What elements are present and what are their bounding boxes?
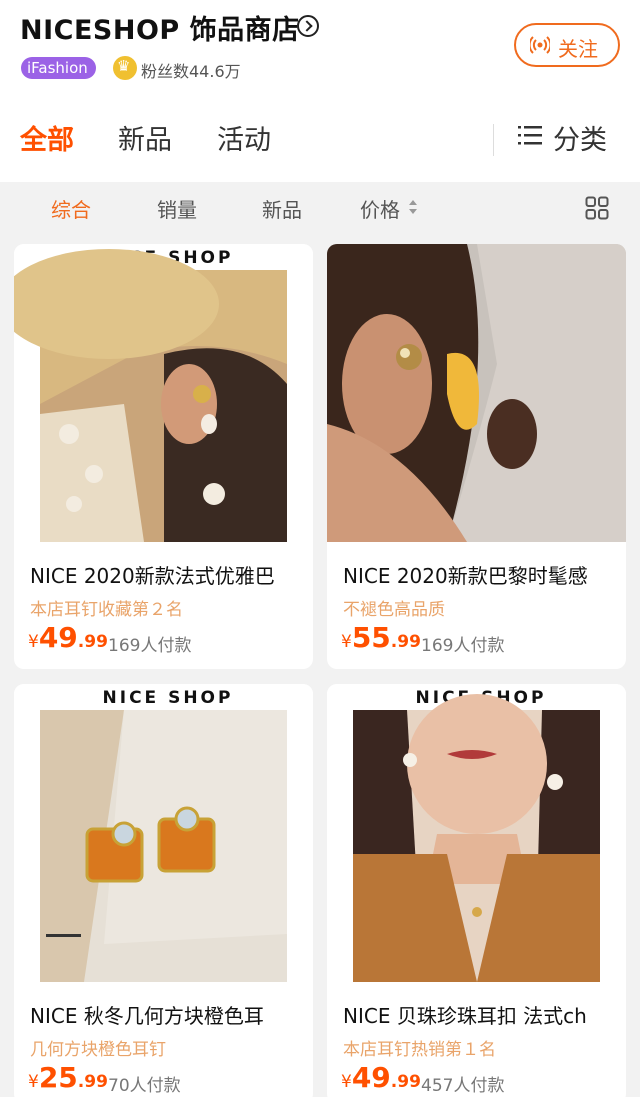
sort-new[interactable]: 新品 — [262, 194, 302, 223]
tab-new[interactable]: 新品 — [118, 118, 172, 157]
price-integer: 49 — [38, 621, 78, 654]
sold-count: 70人付款 — [108, 1076, 181, 1096]
shop-header: NICESHOP 饰品商店 iFashion 粉丝数44.6万 关注 全部 新品… — [0, 0, 640, 182]
follow-button[interactable]: 关注 — [514, 23, 620, 67]
sort-arrows-icon[interactable] — [408, 198, 418, 216]
tab-divider — [493, 124, 494, 156]
shop-tabs: 全部 新品 活动 分类 — [0, 110, 640, 170]
currency-symbol: ¥ — [341, 632, 352, 652]
sort-price[interactable]: 价格 — [360, 194, 400, 223]
product-name[interactable]: NICE 秋冬几何方块橙色耳 — [30, 1000, 306, 1029]
product-image[interactable]: NICE SHOP — [14, 684, 313, 982]
product-tagline: 本店耳钉热销第１名 — [343, 1040, 496, 1060]
product-price: ¥25.99 — [28, 1061, 108, 1094]
grid-view-icon[interactable] — [585, 196, 609, 220]
sort-overall[interactable]: 综合 — [51, 194, 91, 223]
sort-bar: 综合 销量 新品 价格 — [0, 182, 640, 234]
product-tagline: 不褪色高品质 — [343, 600, 445, 620]
price-integer: 25 — [38, 1061, 78, 1094]
currency-symbol: ¥ — [28, 1072, 39, 1092]
category-button[interactable]: 分类 — [518, 118, 607, 157]
fans-count: 粉丝数44.6万 — [141, 62, 241, 81]
product-image[interactable]: NICE SHOP — [327, 684, 626, 982]
ifashion-label: iFashion — [27, 59, 88, 77]
currency-symbol: ¥ — [28, 632, 39, 652]
live-signal-icon — [530, 36, 550, 54]
product-card[interactable]: NICE 2020新款巴黎时髦感 不褪色高品质 ¥55.99 169人付款 — [327, 244, 626, 669]
product-card[interactable]: NICE SHOP NICE 贝珠珍珠耳扣 法式ch 本店耳钉热销第１名 ¥49… — [327, 684, 626, 1097]
price-integer: 49 — [351, 1061, 391, 1094]
crown-icon — [113, 56, 137, 80]
price-decimal: .99 — [77, 1072, 108, 1092]
product-brand: NICE SHOP — [103, 688, 234, 708]
price-decimal: .99 — [77, 632, 108, 652]
sort-sales[interactable]: 销量 — [157, 194, 197, 223]
product-price: ¥55.99 — [341, 621, 421, 654]
sold-count: 169人付款 — [108, 636, 192, 656]
product-tagline: 本店耳钉收藏第２名 — [30, 600, 183, 620]
tab-all[interactable]: 全部 — [20, 118, 74, 157]
menu-list-icon — [518, 126, 542, 145]
product-card[interactable]: NICE SHOP NICE 秋冬几何方块橙色耳 几何方块橙色耳钉 ¥25.99… — [14, 684, 313, 1097]
currency-symbol: ¥ — [341, 1072, 352, 1092]
price-integer: 55 — [351, 621, 391, 654]
product-price: ¥49.99 — [341, 1061, 421, 1094]
product-name[interactable]: NICE 2020新款巴黎时髦感 — [343, 560, 619, 589]
product-image[interactable]: NICE SHOP — [14, 244, 313, 542]
category-label: 分类 — [553, 125, 607, 156]
sold-count: 169人付款 — [421, 636, 505, 656]
ifashion-badge: iFashion — [21, 57, 96, 79]
chevron-right-icon[interactable] — [297, 15, 319, 37]
product-price: ¥49.99 — [28, 621, 108, 654]
product-image[interactable] — [327, 244, 626, 542]
price-decimal: .99 — [390, 1072, 421, 1092]
product-name[interactable]: NICE 2020新款法式优雅巴 — [30, 560, 306, 589]
product-tagline: 几何方块橙色耳钉 — [30, 1040, 166, 1060]
follow-label: 关注 — [558, 37, 598, 61]
product-name[interactable]: NICE 贝珠珍珠耳扣 法式ch — [343, 1000, 619, 1029]
shop-title[interactable]: NICESHOP 饰品商店 — [20, 8, 300, 47]
sold-count: 457人付款 — [421, 1076, 505, 1096]
price-decimal: .99 — [390, 632, 421, 652]
tab-events[interactable]: 活动 — [217, 118, 271, 157]
product-card[interactable]: NICE SHOP NICE 2020新款法式优雅巴 本店耳钉收藏第２名 ¥49… — [14, 244, 313, 669]
